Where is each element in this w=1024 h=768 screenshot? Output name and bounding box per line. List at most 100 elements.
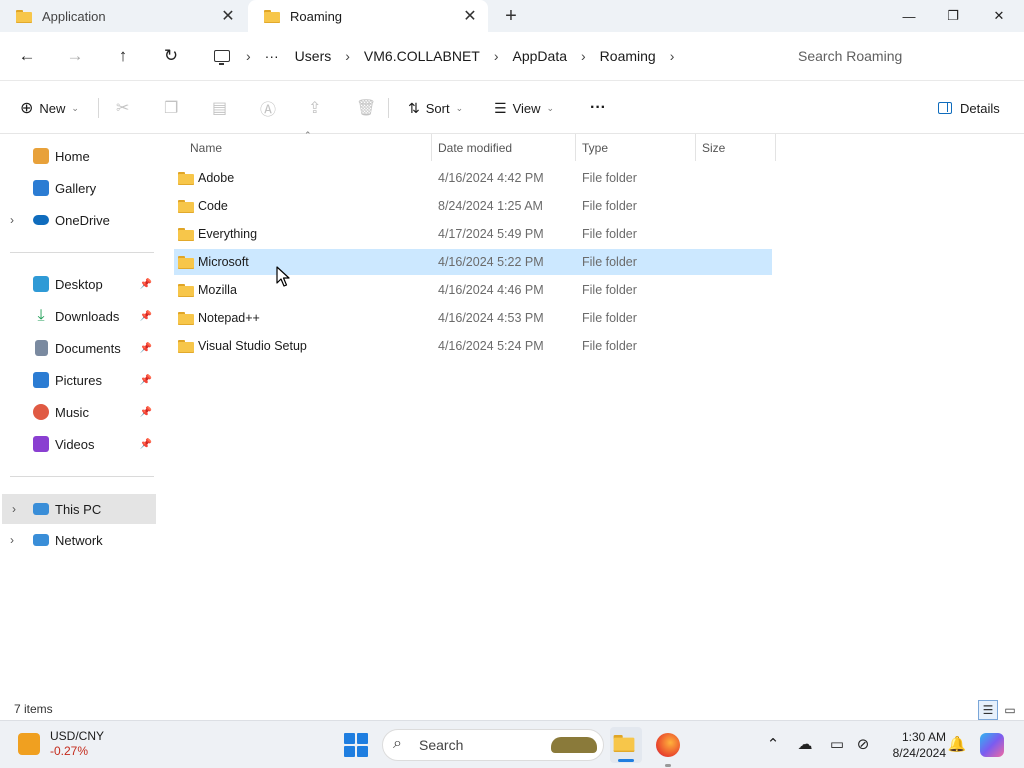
sort-icon: ⇅: [408, 99, 420, 116]
chevron-right-icon[interactable]: ›: [488, 48, 505, 64]
start-button[interactable]: [344, 733, 368, 757]
refresh-button[interactable]: ↻: [158, 44, 184, 68]
taskbar: USD/CNY -0.27% ⌕ Search ⌃ ☁ ▭ ⊘ 1:30 AM …: [0, 720, 1024, 768]
breadcrumb-overflow[interactable]: ···: [257, 48, 287, 64]
cut-icon[interactable]: ✂: [116, 96, 129, 120]
new-tab-button[interactable]: +: [498, 4, 524, 28]
breadcrumb[interactable]: › ··· Users › VM6.COLLABNET › AppData › …: [202, 40, 778, 72]
chevron-right-icon[interactable]: ›: [10, 533, 14, 547]
folder-icon: [178, 172, 194, 185]
table-row[interactable]: Mozilla 4/16/2024 4:46 PM File folder: [174, 277, 772, 303]
up-button[interactable]: ↑: [110, 44, 136, 68]
more-options-button[interactable]: ···: [590, 96, 606, 120]
tiles-view-button[interactable]: ▭: [1000, 700, 1020, 720]
currency-icon: [18, 733, 40, 755]
maximize-button[interactable]: ❐: [930, 0, 976, 32]
display-icon[interactable]: ▭: [826, 733, 848, 755]
onedrive-offline-icon[interactable]: ☁: [794, 733, 816, 755]
tab-roaming[interactable]: Roaming ✕: [248, 0, 488, 32]
sidebar-item-music[interactable]: Music 📌: [0, 398, 156, 426]
address-row: ← → ↑ ↻ › ··· Users › VM6.COLLABNET › Ap…: [0, 32, 1024, 80]
divider: [10, 476, 154, 477]
column-header-type[interactable]: Type: [576, 134, 696, 161]
rename-icon[interactable]: Ⓐ: [260, 96, 276, 120]
sidebar-item-pictures[interactable]: Pictures 📌: [0, 366, 156, 394]
view-icon: ☰: [494, 99, 507, 116]
sidebar-item-network[interactable]: › Network: [0, 526, 156, 554]
details-label: Details: [960, 100, 1000, 116]
column-header-name[interactable]: Name: [174, 134, 432, 161]
forward-button[interactable]: →: [62, 44, 88, 68]
column-header-size[interactable]: Size: [696, 134, 776, 161]
date-modified: 4/16/2024 5:24 PM: [438, 339, 544, 353]
file-name: Everything: [198, 227, 258, 241]
breadcrumb-appdata[interactable]: AppData: [505, 48, 575, 64]
breadcrumb-vm6[interactable]: VM6.COLLABNET: [356, 48, 488, 64]
sidebar-item-home[interactable]: Home: [0, 142, 156, 170]
firefox-icon[interactable]: [656, 733, 680, 757]
folder-icon: [178, 228, 194, 241]
delete-icon[interactable]: 🗑: [356, 96, 376, 120]
table-row[interactable]: Visual Studio Setup 4/16/2024 5:24 PM Fi…: [174, 333, 772, 359]
show-hidden-icons-button[interactable]: ⌃: [762, 733, 784, 755]
breadcrumb-roaming[interactable]: Roaming: [592, 48, 664, 64]
clock[interactable]: 1:30 AM 8/24/2024: [880, 729, 946, 761]
pin-icon: 📌: [139, 438, 152, 450]
column-header-date[interactable]: Date modified: [432, 134, 576, 161]
stock-widget[interactable]: USD/CNY -0.27%: [18, 729, 104, 759]
sidebar-item-this-pc[interactable]: › This PC: [2, 494, 156, 524]
divider: [388, 98, 389, 118]
gallery-icon: [33, 180, 49, 196]
details-pane-icon: [938, 102, 952, 114]
ticker-change: -0.27%: [50, 744, 89, 758]
chevron-right-icon[interactable]: ›: [664, 48, 681, 64]
sidebar-item-downloads[interactable]: ⤓ Downloads 📌: [0, 302, 156, 330]
sidebar-item-label: Desktop: [55, 276, 103, 292]
search-input[interactable]: Search Roaming: [786, 40, 1024, 72]
sidebar-item-onedrive[interactable]: › OneDrive: [0, 206, 156, 234]
back-button[interactable]: ←: [14, 44, 40, 68]
chevron-right-icon[interactable]: ›: [240, 48, 257, 64]
share-icon[interactable]: ⇪: [308, 96, 321, 120]
sidebar-item-label: Documents: [55, 340, 121, 356]
minimize-button[interactable]: —: [886, 0, 932, 32]
new-button[interactable]: ⊕ New ⌄: [20, 96, 79, 120]
sidebar-item-videos[interactable]: Videos 📌: [0, 430, 156, 458]
chevron-right-icon[interactable]: ›: [339, 48, 356, 64]
new-label: New: [39, 100, 66, 116]
tab-application[interactable]: Application ✕: [0, 0, 246, 32]
table-row[interactable]: Microsoft 4/16/2024 5:22 PM File folder: [174, 249, 772, 275]
sidebar-item-label: Network: [55, 532, 103, 548]
taskbar-search[interactable]: ⌕ Search: [382, 729, 604, 761]
close-tab-icon[interactable]: ✕: [218, 6, 238, 26]
view-button[interactable]: ☰ View ⌄: [494, 96, 554, 120]
date-modified: 4/17/2024 5:49 PM: [438, 227, 544, 241]
paste-icon[interactable]: ▤: [212, 96, 227, 120]
sidebar-item-desktop[interactable]: Desktop 📌: [0, 270, 156, 298]
close-tab-icon[interactable]: ✕: [460, 6, 480, 26]
folder-icon: [178, 284, 194, 297]
tab-strip: Application ✕ Roaming ✕ + — ❐ ✕: [0, 0, 1024, 32]
table-row[interactable]: Notepad++ 4/16/2024 4:53 PM File folder: [174, 305, 772, 331]
network-status-icon[interactable]: ⊘: [852, 733, 874, 755]
details-button[interactable]: Details: [938, 96, 1000, 120]
breadcrumb-users[interactable]: Users: [287, 48, 340, 64]
table-row[interactable]: Code 8/24/2024 1:25 AM File folder: [174, 193, 772, 219]
copilot-icon[interactable]: [980, 733, 1004, 757]
search-highlight-icon: [551, 737, 597, 753]
notification-bell-icon[interactable]: 🔔: [946, 733, 968, 755]
status-bar: 7 items ☰ ▭: [0, 700, 1024, 720]
chevron-right-icon[interactable]: ›: [575, 48, 592, 64]
file-explorer-taskbar-icon[interactable]: [610, 727, 642, 763]
table-row[interactable]: Adobe 4/16/2024 4:42 PM File folder: [174, 165, 772, 191]
details-view-button[interactable]: ☰: [978, 700, 998, 720]
close-window-button[interactable]: ✕: [976, 0, 1022, 32]
table-row[interactable]: Everything 4/17/2024 5:49 PM File folder: [174, 221, 772, 247]
folder-icon: [264, 9, 280, 23]
chevron-right-icon[interactable]: ›: [12, 502, 16, 516]
sort-button[interactable]: ⇅ Sort ⌄: [408, 96, 463, 120]
sidebar-item-gallery[interactable]: Gallery: [0, 174, 156, 202]
sidebar-item-documents[interactable]: Documents 📌: [0, 334, 156, 362]
copy-icon[interactable]: ❐: [164, 96, 178, 120]
chevron-right-icon[interactable]: ›: [10, 213, 14, 227]
